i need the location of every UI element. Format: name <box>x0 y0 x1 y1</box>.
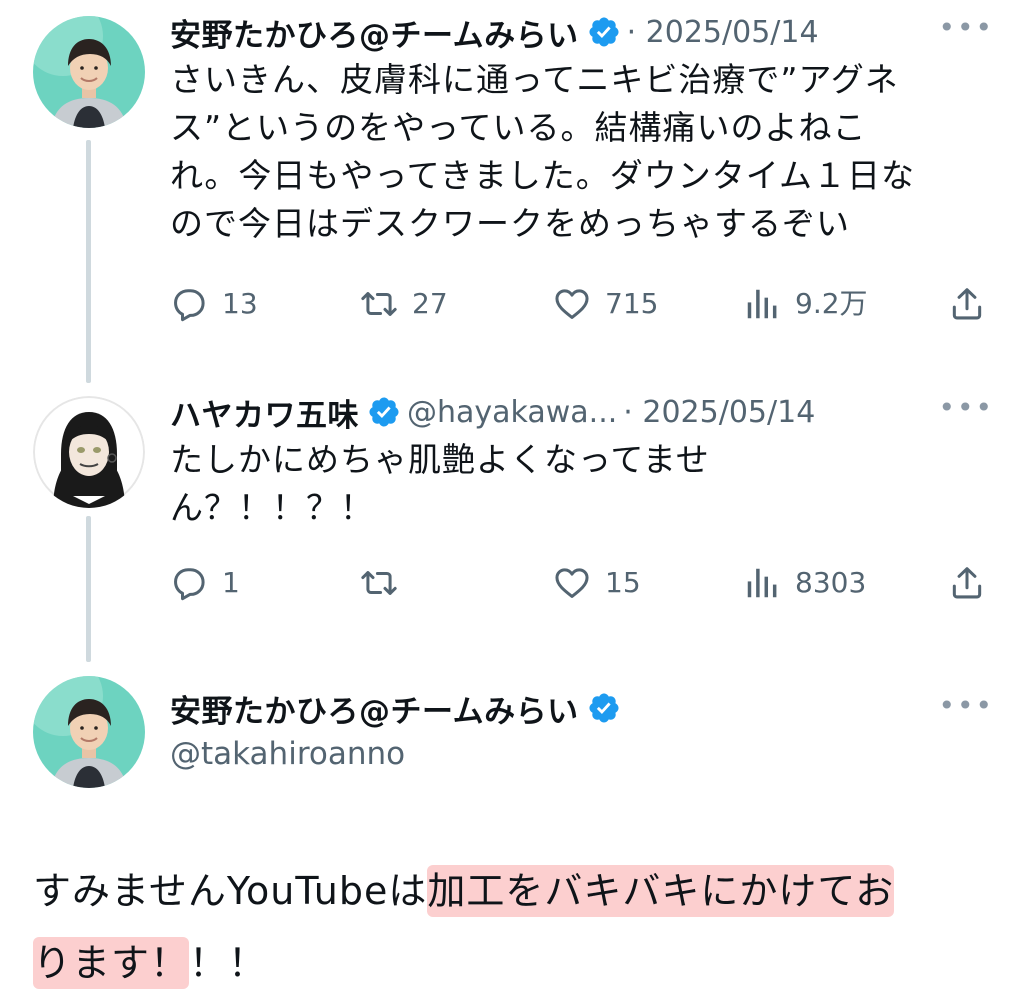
retweet-icon <box>360 564 398 602</box>
handle[interactable]: @hayakawa... <box>407 395 617 430</box>
avatar[interactable] <box>33 16 145 128</box>
tweet-header: 安野たかひろ@チームみらい <box>170 686 994 731</box>
handle[interactable]: @takahiroanno <box>170 736 994 772</box>
tweet-header: 安野たかひろ@チームみらい · 2025/05/14 <box>170 10 994 55</box>
avatar[interactable] <box>33 396 145 508</box>
like-count: 715 <box>605 287 659 320</box>
tweet-text-line: れ。今日もやってきました。ダウンタイム１日な <box>170 156 916 195</box>
more-icon[interactable]: ••• <box>938 690 994 722</box>
highlighted-text: ります！ <box>33 937 190 989</box>
main-tweet-header[interactable]: 安野たかひろ@チームみらい @takahiroanno ••• <box>170 686 994 773</box>
share-button[interactable] <box>948 563 1000 603</box>
tweet-text-line: ス”というのをやっている。結構痛いのよねこ <box>170 108 867 147</box>
retweet-icon <box>360 285 398 323</box>
reply-count: 1 <box>222 566 240 599</box>
display-name[interactable]: 安野たかひろ@チームみらい <box>170 686 579 731</box>
tweet-text-line: たしかにめちゃ肌艶よくなってませ <box>170 440 710 479</box>
highlighted-text: 加工をバキバキにかけてお <box>427 865 895 917</box>
thread-line <box>86 140 91 383</box>
verified-badge-icon <box>587 691 621 725</box>
verified-badge-icon <box>587 15 621 49</box>
tweet-text-line: ので今日はデスクワークをめっちゃするぞい <box>170 204 850 243</box>
tweet[interactable]: ハヤカワ五味 @hayakawa... · 2025/05/14 ••• たしか… <box>170 392 994 532</box>
retweet-button[interactable] <box>360 563 412 603</box>
like-button[interactable]: 715 <box>553 284 658 324</box>
reply-icon <box>170 564 208 602</box>
tweet-text-segment: すみませんYouTubeは <box>33 869 428 913</box>
views-icon <box>743 564 781 602</box>
like-count: 15 <box>605 566 641 599</box>
reply-button[interactable]: 13 <box>170 284 258 324</box>
views-icon <box>743 285 781 323</box>
tweet-text: さいきん、皮膚科に通ってニキビ治療で”アグネ ス”というのをやっている。結構痛い… <box>170 56 994 248</box>
display-name[interactable]: ハヤカワ五味 <box>170 390 359 435</box>
like-icon <box>553 564 591 602</box>
tweet-text-line: さいきん、皮膚科に通ってニキビ治療で”アグネ <box>170 60 899 99</box>
more-icon[interactable]: ••• <box>938 392 994 424</box>
tweet-text-segment: ！！ <box>189 941 268 985</box>
share-button[interactable] <box>948 284 1000 324</box>
reply-count: 13 <box>222 287 258 320</box>
share-icon <box>948 285 986 323</box>
more-icon[interactable]: ••• <box>938 12 994 44</box>
reply-icon <box>170 285 208 323</box>
main-tweet-text: すみませんYouTubeは加工をバキバキにかけてお ります！！！ <box>33 855 1003 999</box>
avatar[interactable] <box>33 676 145 788</box>
tweet-header: ハヤカワ五味 @hayakawa... · 2025/05/14 <box>170 390 994 435</box>
tweet-actions: 1 15 8303 <box>170 563 994 603</box>
tweet-actions: 13 27 715 9.2万 <box>170 284 994 324</box>
tweet-text-line: ん？！！？！ <box>170 488 374 527</box>
reply-button[interactable]: 1 <box>170 563 240 603</box>
retweet-button[interactable]: 27 <box>360 284 448 324</box>
verified-badge-icon <box>367 395 401 429</box>
view-count: 9.2万 <box>795 287 868 320</box>
display-name[interactable]: 安野たかひろ@チームみらい <box>170 10 579 55</box>
like-icon <box>553 285 591 323</box>
views-button[interactable]: 8303 <box>743 563 866 603</box>
tweet[interactable]: 安野たかひろ@チームみらい · 2025/05/14 ••• さいきん、皮膚科に… <box>170 12 994 248</box>
share-icon <box>948 564 986 602</box>
thread-line <box>86 516 91 662</box>
tweet-text: たしかにめちゃ肌艶よくなってませ ん？！！？！ <box>170 436 994 532</box>
tweet-date[interactable]: · 2025/05/14 <box>627 15 819 50</box>
like-button[interactable]: 15 <box>553 563 641 603</box>
view-count: 8303 <box>795 566 867 599</box>
views-button[interactable]: 9.2万 <box>743 284 868 324</box>
tweet-date[interactable]: · 2025/05/14 <box>623 395 815 430</box>
retweet-count: 27 <box>412 287 448 320</box>
